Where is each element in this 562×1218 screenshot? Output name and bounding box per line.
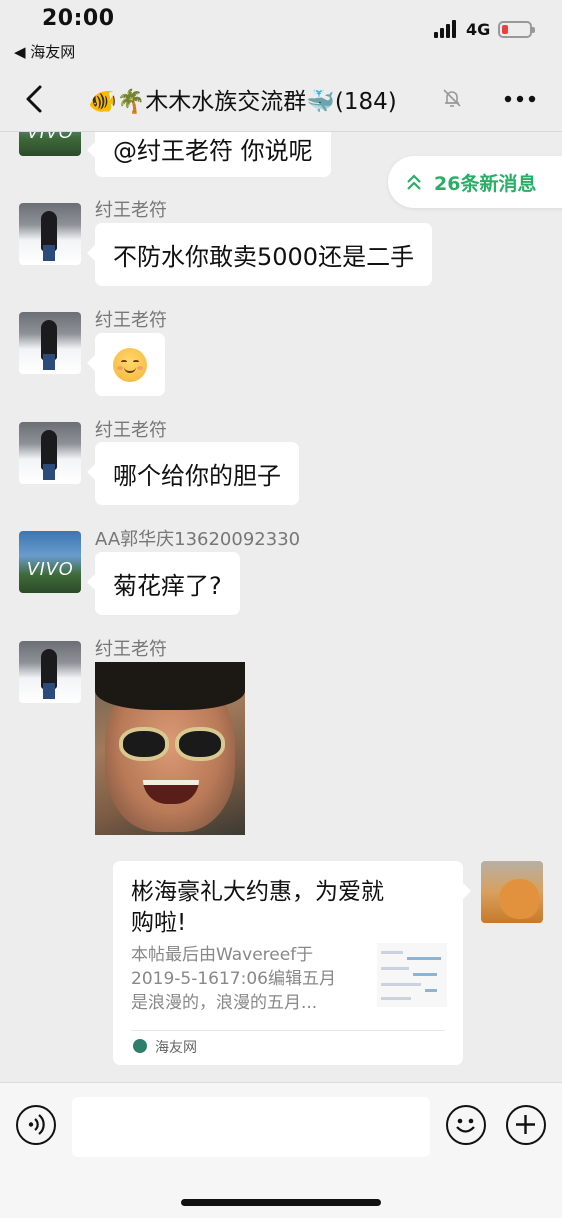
chevron-left-icon[interactable]: [20, 84, 50, 114]
chat-header: 🐠🌴木木水族交流群🐳(184): [0, 70, 562, 132]
status-bar: 20:00 ◀ 海友网 4G: [0, 0, 562, 70]
new-messages-label: 26条新消息: [434, 173, 537, 195]
sender-name: AA郭华庆13620092330: [95, 529, 301, 550]
avatar[interactable]: [481, 861, 543, 923]
avatar[interactable]: [19, 312, 81, 374]
message-input[interactable]: [72, 1097, 430, 1157]
avatar[interactable]: VIVO: [19, 531, 81, 593]
network-type: 4G: [466, 20, 491, 39]
message-bubble[interactable]: 不防水你敢卖5000还是二手: [86, 223, 433, 286]
input-bar: [0, 1082, 562, 1218]
message-bubble[interactable]: 哪个给你的胆子: [87, 442, 299, 505]
plus-icon[interactable]: [506, 1105, 546, 1145]
blush-smile-emoji: [113, 347, 147, 382]
message-text: 哪个给你的胆子: [113, 462, 281, 490]
battery-icon: [498, 21, 535, 38]
avatar[interactable]: VIVO: [19, 132, 81, 156]
sender-name: 纣王老符: [95, 420, 167, 441]
more-icon[interactable]: [504, 95, 536, 103]
avatar[interactable]: [19, 422, 81, 484]
link-card[interactable]: 彬海豪礼大约惠，为爱就 购啦! 本帖最后由Wavereef于 2019-5-16…: [113, 861, 471, 1065]
link-card-thumbnail: [377, 943, 447, 1007]
message-text: 菊花痒了?: [113, 572, 222, 600]
link-card-source: 海友网: [155, 1040, 197, 1056]
back-to-app-link[interactable]: ◀ 海友网: [14, 41, 75, 62]
sender-name: 纣王老符: [95, 639, 167, 660]
link-card-description: 本帖最后由Wavereef于 2019-5-1617:06编辑五月 是浪漫的，浪…: [131, 945, 336, 1013]
status-time: 20:00: [42, 6, 115, 31]
home-indicator[interactable]: [181, 1199, 381, 1206]
chat-message-list[interactable]: VIVO @纣王老符 你说呢 26条新消息 纣王老符 不防水你敢卖5000还是二…: [0, 132, 562, 1082]
avatar[interactable]: [19, 203, 81, 265]
emoji-icon[interactable]: [446, 1105, 486, 1145]
signal-icon: [434, 20, 460, 38]
message-bubble[interactable]: 菊花痒了?: [87, 552, 240, 615]
double-chevron-up-icon: [407, 174, 421, 190]
group-title: 🐠🌴木木水族交流群🐳(184): [88, 89, 397, 115]
link-card-title: 彬海豪礼大约惠，为爱就 购啦!: [131, 879, 384, 936]
source-logo-icon: [133, 1039, 147, 1053]
avatar[interactable]: [19, 641, 81, 703]
mute-bell-icon: [443, 89, 461, 107]
sunglasses-man-meme[interactable]: [95, 662, 245, 835]
voice-icon[interactable]: [16, 1105, 56, 1145]
sender-name: 纣王老符: [95, 310, 167, 331]
link-card-divider: [131, 1030, 445, 1031]
message-bubble[interactable]: [87, 333, 165, 396]
message-text: 不防水你敢卖5000还是二手: [113, 243, 415, 271]
message-text: @纣王老符 你说呢: [113, 137, 313, 165]
sender-name: 纣王老符: [95, 200, 167, 221]
message-bubble[interactable]: @纣王老符 你说呢: [87, 132, 331, 177]
new-messages-button[interactable]: 26条新消息: [388, 156, 562, 208]
